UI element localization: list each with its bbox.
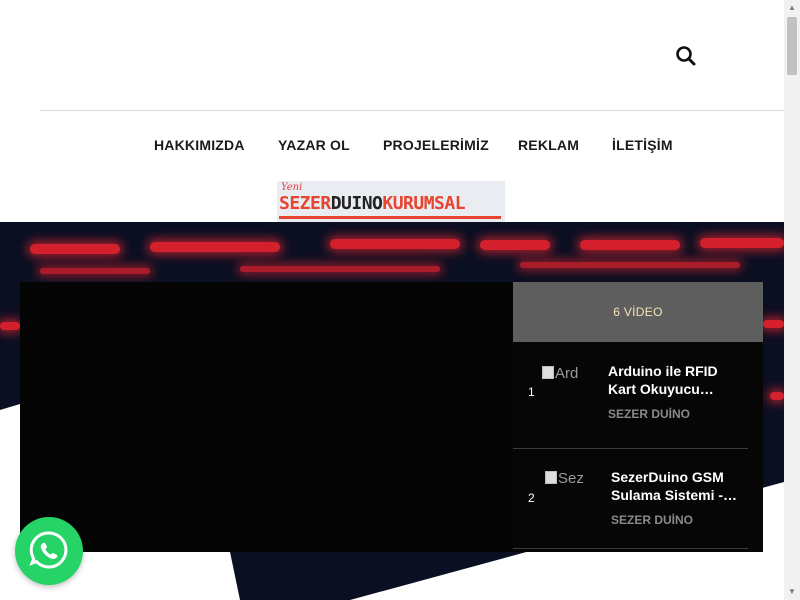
video-count-label: 6 VİDEO xyxy=(613,305,663,319)
nav-item-projelerimiz[interactable]: PROJELERİMİZ xyxy=(383,137,489,153)
search-icon xyxy=(676,46,696,66)
playlist-item-number: 2 xyxy=(528,491,535,505)
header-divider xyxy=(40,110,784,111)
scroll-down-icon[interactable]: ▼ xyxy=(784,584,800,600)
playlist-item-title: SezerDuino GSM Sulama Sistemi -… xyxy=(611,469,738,503)
scroll-up-icon[interactable]: ▲ xyxy=(784,0,800,16)
playlist-item[interactable]: 1 Ard Arduino ile RFID Kart Okuyucu… SEZ… xyxy=(513,342,748,449)
brand-wordmark: SEZERDUINOKURUMSAL xyxy=(279,193,466,214)
brand-underline xyxy=(279,216,501,219)
scrollbar-thumb[interactable] xyxy=(787,17,797,75)
nav-item-yazar-ol[interactable]: YAZAR OL xyxy=(278,137,350,153)
whatsapp-icon xyxy=(29,531,68,569)
brand-word-2: DUINO xyxy=(330,193,383,214)
broken-image-icon: Ard xyxy=(542,365,588,385)
playlist-header: 6 VİDEO xyxy=(513,282,763,342)
playlist-item[interactable]: 2 Sez SezerDuino GSM Sulama Sistemi -… S… xyxy=(513,442,748,549)
nav-item-hakkimizda[interactable]: HAKKIMIZDA xyxy=(154,137,245,153)
video-playlist: 6 VİDEO 1 Ard Arduino ile RFID Kart Okuy… xyxy=(513,282,763,552)
thumbnail-alt-text: Sez xyxy=(558,470,584,487)
brand-word-1: SEZER xyxy=(279,193,331,214)
video-player[interactable] xyxy=(20,282,513,552)
nav-item-reklam[interactable]: REKLAM xyxy=(518,137,579,153)
thumbnail-alt-text: Ard xyxy=(555,365,579,382)
main-nav: HAKKIMIZDA YAZAR OL PROJELERİMİZ REKLAM … xyxy=(0,137,784,157)
search-button[interactable] xyxy=(672,42,700,70)
whatsapp-button[interactable] xyxy=(15,517,83,585)
playlist-item-author: SEZER DUİNO xyxy=(608,407,691,421)
nav-item-iletisim[interactable]: İLETİŞİM xyxy=(612,137,673,153)
brand-word-3: KURUMSAL xyxy=(382,193,466,214)
broken-image-icon: Sez xyxy=(545,470,591,490)
brand-prefix: Yeni xyxy=(281,182,303,193)
playlist-item-author: SEZER DUİNO xyxy=(611,513,694,527)
page-scrollbar[interactable]: ▲ ▼ xyxy=(784,0,800,600)
playlist-item-number: 1 xyxy=(528,385,535,399)
playlist-item-title: Arduino ile RFID Kart Okuyucu… xyxy=(608,363,718,397)
brand-banner[interactable]: Yeni SEZERDUINOKURUMSAL xyxy=(277,181,505,222)
